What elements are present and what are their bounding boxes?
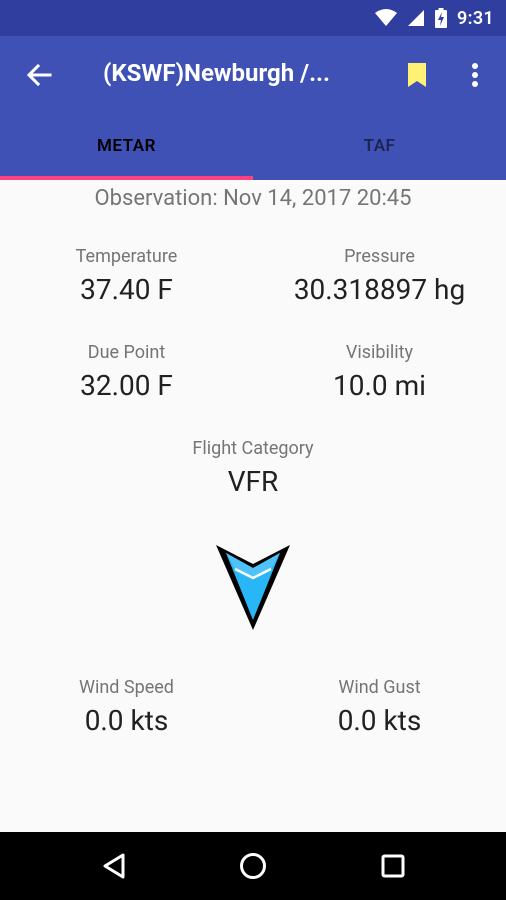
- visibility-value: 10.0 mi: [333, 369, 426, 402]
- status-icons: 9:31: [375, 0, 494, 36]
- metar-content: Observation: Nov 14, 2017 20:45 Temperat…: [0, 180, 506, 832]
- visibility-stat: Visibility 10.0 mi: [253, 342, 506, 402]
- tab-taf[interactable]: TAF: [253, 112, 506, 180]
- pressure-label: Pressure: [344, 246, 415, 267]
- pressure-stat: Pressure 30.318897 hg: [253, 246, 506, 306]
- status-bar: 9:31: [0, 0, 506, 36]
- dew-point-value: 32.00 F: [80, 369, 173, 402]
- nav-back-button[interactable]: [94, 846, 134, 886]
- dew-point-stat: Due Point 32.00 F: [0, 342, 253, 402]
- nav-home-button[interactable]: [233, 846, 273, 886]
- wind-gust-label: Wind Gust: [338, 677, 421, 698]
- wind-direction-arrow-icon: [216, 545, 290, 630]
- home-circle-icon: [240, 853, 266, 879]
- overflow-menu-icon: [472, 63, 478, 87]
- wind-gust-value: 0.0 kts: [337, 704, 422, 737]
- tab-bar: METAR TAF: [0, 112, 506, 180]
- page-title: (KSWF)Newburgh /...: [103, 59, 330, 87]
- pressure-value: 30.318897 hg: [293, 273, 466, 306]
- app-bar: (KSWF)Newburgh /...: [0, 36, 506, 112]
- bookmark-button[interactable]: [402, 58, 432, 92]
- wifi-icon: [375, 9, 398, 26]
- wind-speed-stat: Wind Speed 0.0 kts: [0, 677, 253, 737]
- battery-charging-icon: [435, 8, 448, 28]
- back-button[interactable]: [22, 58, 56, 92]
- nav-recents-button[interactable]: [373, 846, 413, 886]
- system-nav-bar: [0, 832, 506, 900]
- back-arrow-icon: [26, 63, 52, 87]
- visibility-label: Visibility: [345, 342, 414, 363]
- temperature-stat: Temperature 37.40 F: [0, 246, 253, 306]
- wind-gust-stat: Wind Gust 0.0 kts: [253, 677, 506, 737]
- overflow-menu-button[interactable]: [462, 58, 488, 92]
- observation-time: Observation: Nov 14, 2017 20:45: [94, 186, 412, 211]
- flight-category-stat: Flight Category VFR: [0, 438, 506, 498]
- wind-speed-value: 0.0 kts: [84, 704, 169, 737]
- flight-category-value: VFR: [227, 465, 279, 498]
- status-time: 9:31: [457, 7, 494, 29]
- dew-point-label: Due Point: [87, 342, 166, 363]
- signal-icon: [408, 10, 425, 26]
- temperature-label: Temperature: [75, 246, 178, 267]
- bookmark-icon: [408, 63, 426, 87]
- temperature-value: 37.40 F: [80, 273, 173, 306]
- back-triangle-icon: [103, 853, 125, 879]
- flight-category-label: Flight Category: [192, 438, 314, 459]
- wind-speed-label: Wind Speed: [79, 677, 174, 698]
- tab-metar[interactable]: METAR: [0, 112, 253, 180]
- recents-square-icon: [381, 854, 405, 878]
